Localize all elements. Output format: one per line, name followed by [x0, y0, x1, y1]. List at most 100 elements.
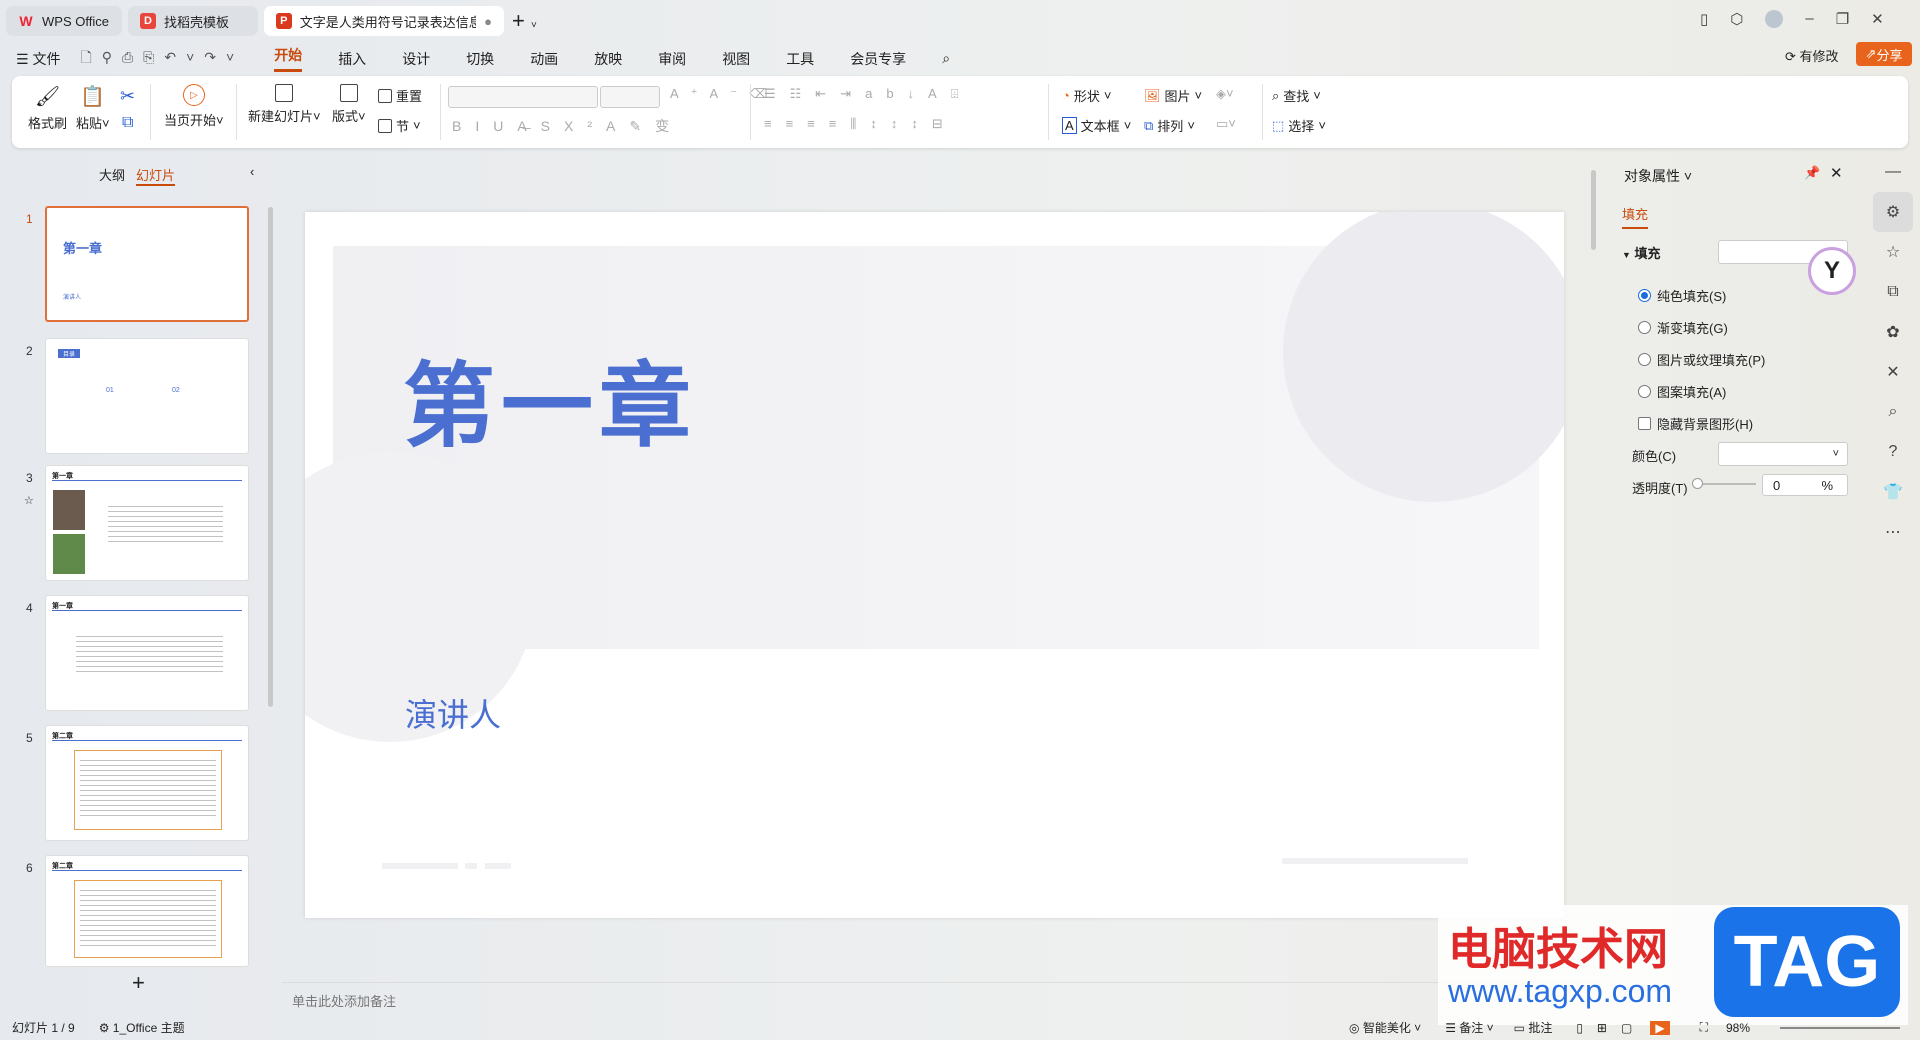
menu-design[interactable]: 设计: [402, 49, 430, 69]
zoom-slider[interactable]: [1780, 1026, 1900, 1029]
transparency-input[interactable]: 0%: [1762, 474, 1848, 496]
cube-icon[interactable]: ⬡: [1730, 10, 1743, 28]
pin-icon[interactable]: 📌: [1804, 165, 1820, 181]
menu-transition[interactable]: 切换: [466, 49, 494, 69]
hide-background-checkbox[interactable]: 隐藏背景图形(H): [1638, 414, 1753, 433]
gradient-fill-radio[interactable]: 渐变填充(G): [1638, 318, 1728, 337]
fill-tab[interactable]: 填充: [1622, 204, 1649, 229]
modified-indicator[interactable]: ⟳ 有修改: [1785, 46, 1839, 65]
menu-slideshow[interactable]: 放映: [594, 49, 622, 69]
close-panel-icon[interactable]: ✕: [1830, 164, 1843, 182]
shape-button[interactable]: ◔ 形状 ˅: [1062, 86, 1111, 105]
panel-title[interactable]: 对象属性 ˅: [1624, 166, 1692, 186]
help-icon[interactable]: ?: [1873, 432, 1913, 472]
font-name-select[interactable]: [448, 86, 598, 108]
find-button[interactable]: ⌕ 查找 ˅: [1272, 86, 1321, 105]
slide-thumbnail-1[interactable]: 第一章 演讲人: [45, 206, 249, 322]
reader-icon[interactable]: ⌕: [1873, 392, 1913, 432]
font-size-select[interactable]: [600, 86, 660, 108]
device-icon[interactable]: ▯: [1700, 10, 1708, 28]
copy-icon[interactable]: ⧉: [122, 114, 133, 132]
picture-fill-radio[interactable]: 图片或纹理填充(P): [1638, 350, 1765, 369]
menu-review[interactable]: 审阅: [658, 49, 686, 69]
divider: [150, 84, 151, 140]
solid-fill-radio[interactable]: 纯色填充(S): [1638, 286, 1726, 305]
outline-icon[interactable]: ▭˅: [1216, 116, 1236, 132]
menu-animation[interactable]: 动画: [530, 49, 558, 69]
avatar[interactable]: [1765, 10, 1784, 28]
slide-canvas[interactable]: 第一章 演讲人: [305, 212, 1564, 918]
notes-toggle[interactable]: ☰ 备注 ˅: [1445, 1019, 1493, 1036]
view-mode-icons[interactable]: ▯⊞▢: [1576, 1021, 1646, 1035]
format-painter-button[interactable]: 🖌 格式刷: [28, 84, 67, 132]
font-format-icons[interactable]: BIUA̶SX²A✎变: [452, 116, 683, 136]
collapse-icon[interactable]: —: [1873, 152, 1913, 192]
collapse-panel-icon[interactable]: ‹: [250, 164, 254, 179]
tools-icon[interactable]: ✕: [1873, 352, 1913, 392]
slide-title[interactable]: 第一章: [403, 332, 697, 465]
section-icon: [378, 118, 392, 133]
menu-start[interactable]: 开始: [274, 45, 303, 72]
skin-icon[interactable]: 👕: [1873, 472, 1913, 512]
menu-member[interactable]: 会员专享: [850, 49, 906, 69]
notes-input[interactable]: 单击此处添加备注: [292, 991, 396, 1010]
reset-button[interactable]: 重置: [378, 86, 422, 105]
arrange-button[interactable]: ⧉ 排列 ˅: [1144, 116, 1195, 135]
slide-thumbnail-6[interactable]: 第二章: [45, 855, 249, 967]
star-icon[interactable]: ☆: [1873, 232, 1913, 272]
paste-button[interactable]: 📋 粘贴˅: [76, 84, 110, 132]
picture-button[interactable]: 🖼 图片 ˅: [1144, 86, 1202, 105]
theme-label[interactable]: ⚙ 1_Office 主题: [99, 1019, 185, 1036]
tab-wps-office[interactable]: W WPS Office: [6, 6, 122, 36]
play-slideshow-button[interactable]: ▶: [1650, 1020, 1670, 1035]
slide-thumbnail-3[interactable]: 第一章: [45, 465, 249, 581]
menu-tools[interactable]: 工具: [786, 49, 814, 69]
smart-beautify-button[interactable]: ◎ 智能美化 ˅: [1349, 1019, 1421, 1036]
outline-tab[interactable]: 大纲: [99, 165, 125, 184]
thumb-item: 02: [172, 387, 180, 394]
add-slide-button[interactable]: +: [132, 970, 145, 996]
menu-insert[interactable]: 插入: [338, 49, 366, 69]
properties-icon[interactable]: ⚙: [1873, 192, 1913, 232]
share-button[interactable]: ⇗ 分享: [1856, 42, 1912, 66]
section-button[interactable]: 节 ˅: [378, 116, 421, 135]
slide-thumbnail-4[interactable]: 第一章: [45, 595, 249, 711]
comment-button[interactable]: ▭ 批注: [1514, 1019, 1553, 1036]
slides-tab[interactable]: 幻灯片: [136, 165, 176, 186]
select-button[interactable]: ⬚ 选择 ˅: [1272, 116, 1326, 135]
layout-button[interactable]: 版式˅: [332, 84, 366, 125]
slide-thumbnail-5[interactable]: 第二章: [45, 725, 249, 841]
thumbnail-scrollbar[interactable]: [268, 207, 273, 707]
tab-document[interactable]: P 文字是人类用符号记录表达信息以 ●: [264, 6, 504, 36]
fill-section-header[interactable]: ▼ 填充: [1622, 243, 1661, 262]
cut-icon[interactable]: ✂: [120, 86, 135, 107]
beautify-icon[interactable]: ✿: [1873, 312, 1913, 352]
slides-switch-icon[interactable]: ⧉: [1873, 272, 1913, 312]
color-select[interactable]: ˅: [1718, 442, 1848, 466]
tab-label: WPS Office: [42, 13, 109, 29]
ai-assistant-icon[interactable]: Y: [1808, 247, 1856, 295]
transparency-slider[interactable]: [1692, 478, 1756, 489]
fill-color-icon[interactable]: ◈˅: [1216, 86, 1234, 102]
search-icon[interactable]: ⌕: [942, 50, 950, 67]
slide-subtitle[interactable]: 演讲人: [405, 690, 501, 736]
slide-thumbnail-2[interactable]: 目录 01 02: [45, 338, 249, 454]
zoom-level[interactable]: 98%: [1726, 1021, 1750, 1035]
new-slide-button[interactable]: 新建幻灯片˅: [248, 84, 321, 125]
fit-icon[interactable]: ⛶: [1700, 1020, 1708, 1035]
textbox-button[interactable]: A 文本框 ˅: [1062, 116, 1131, 135]
menu-view[interactable]: 视图: [722, 49, 750, 69]
canvas-scrollbar[interactable]: [1591, 170, 1596, 250]
tab-docer-templates[interactable]: D 找稻壳模板: [128, 6, 258, 36]
close-button[interactable]: ✕: [1871, 10, 1884, 28]
more-icon[interactable]: ⋯: [1873, 512, 1913, 552]
minimize-button[interactable]: –: [1805, 10, 1813, 28]
quick-access-icons[interactable]: 🗋⚲⎙⎘↶˅↷˅: [80, 47, 244, 71]
file-menu[interactable]: ☰ 文件: [16, 49, 60, 69]
paragraph-icons-bottom[interactable]: ≡≡≡≡⫼↕↕↕⊟: [764, 116, 957, 132]
paragraph-icons-top[interactable]: ☰☷⇤⇥ab↓A⌹: [764, 86, 973, 102]
restore-button[interactable]: ❐: [1836, 10, 1849, 28]
new-tab-button[interactable]: + ˅: [512, 8, 537, 34]
pattern-fill-radio[interactable]: 图案填充(A): [1638, 382, 1726, 401]
play-current-button[interactable]: ▷ 当页开始˅: [164, 84, 224, 129]
